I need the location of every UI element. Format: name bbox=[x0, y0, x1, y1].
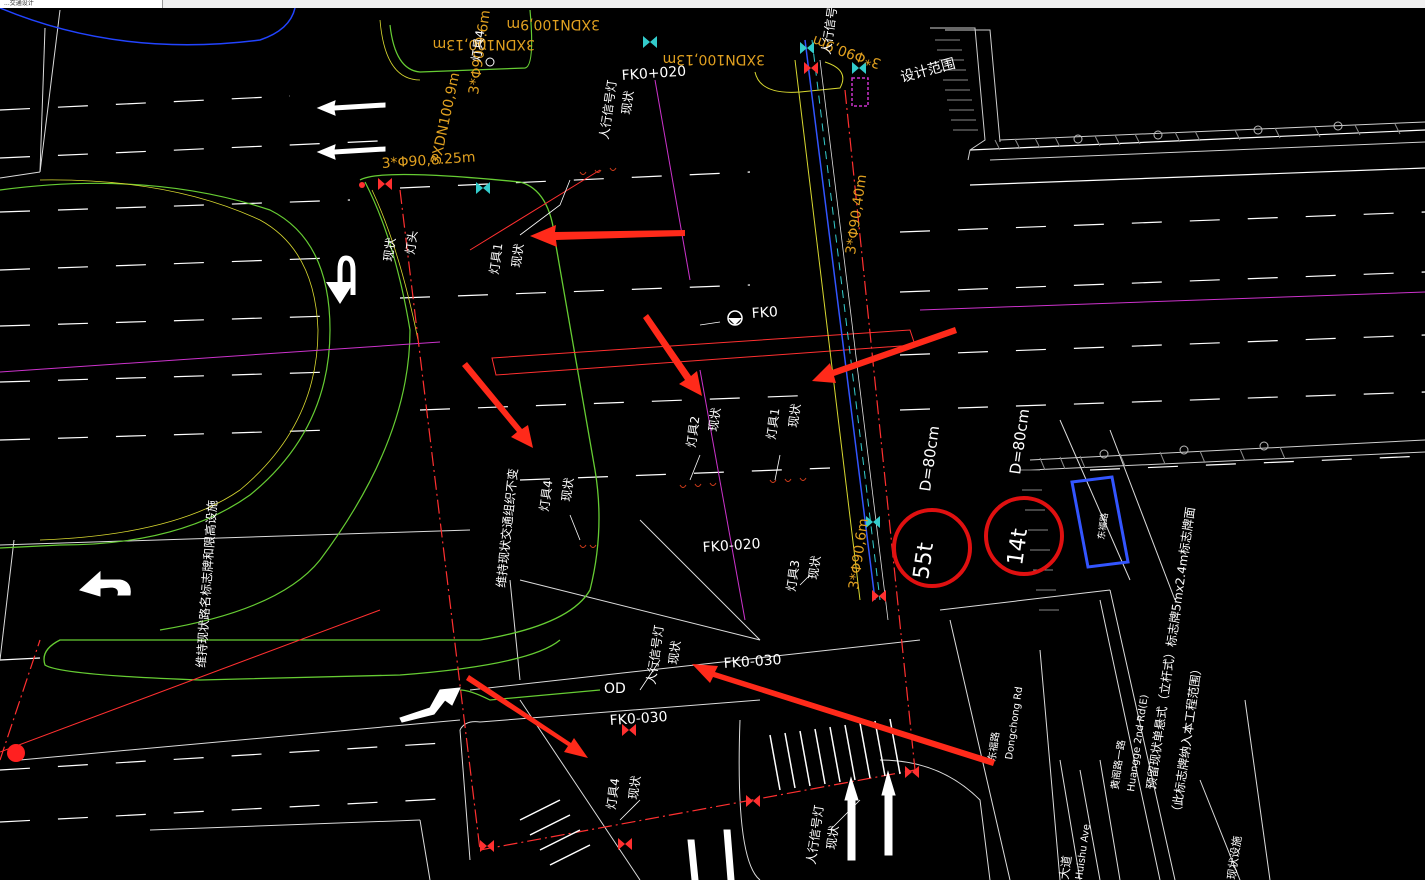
label-fk0: FK0 bbox=[751, 304, 778, 322]
cable-top-d: 3XDN100,9m bbox=[507, 16, 600, 32]
document-tab[interactable]: ...交通设计 bbox=[0, 0, 163, 8]
label-od: OD bbox=[604, 681, 626, 697]
load-sign-55t-text: 55t bbox=[909, 541, 939, 581]
cad-drawing-canvas[interactable]: 3*Φ90,9.6m 3XDN100,9m 3XDN100,13m 3XDN10… bbox=[0, 8, 1425, 880]
red-node bbox=[7, 744, 25, 762]
load-sign-14t-text: 14t bbox=[1003, 527, 1033, 567]
